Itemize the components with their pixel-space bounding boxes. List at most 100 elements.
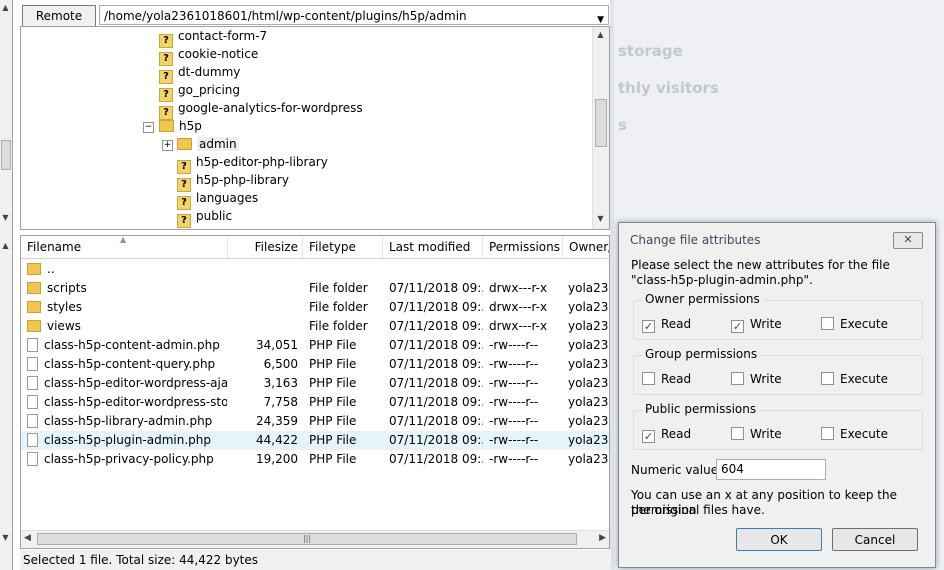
file-modified-cell: 07/11/2018 09:...: [389, 319, 483, 333]
file-perms-cell: -rw----r--: [489, 376, 539, 390]
group-label: Owner permissions: [642, 292, 763, 306]
file-list-horizontal-scrollbar[interactable]: ◀ ||| ▶: [21, 530, 609, 548]
scroll-right-icon[interactable]: ▶: [599, 533, 606, 543]
remote-file-list[interactable]: Filename ▲ Filesize Filetype Last modifie…: [20, 235, 610, 549]
numeric-value-input[interactable]: 604: [716, 459, 826, 480]
file-name-cell: styles: [27, 298, 227, 317]
owner-read-checkbox[interactable]: ✓ Read: [642, 317, 691, 333]
group-permissions-group: Group permissions Read Write Execute: [633, 347, 923, 395]
public-execute-checkbox[interactable]: Execute: [821, 427, 888, 441]
remote-directory-tree[interactable]: ? contact-form-7 ? cookie-notice ? dt-dummy…: [20, 26, 610, 230]
tree-item[interactable]: ? contact-form-7: [159, 27, 267, 48]
owner-write-checkbox[interactable]: ✓ Write: [731, 317, 782, 333]
column-permissions[interactable]: Permissions: [483, 236, 563, 258]
file-owner-cell: yola236: [568, 452, 609, 466]
file-type-cell: [309, 260, 383, 279]
file-type-cell: PHP File: [309, 452, 357, 466]
file-row[interactable]: class-h5p-plugin-admin.php 44,422 PHP File…: [21, 431, 609, 450]
scroll-up-icon[interactable]: ▲: [0, 240, 11, 252]
group-write-checkbox[interactable]: Write: [731, 372, 782, 386]
file-icon: [27, 357, 38, 371]
owner-permissions-group: Owner permissions ✓ Read ✓ Write Execute: [633, 292, 923, 340]
file-type-cell: File folder: [309, 319, 368, 333]
file-name: ..: [47, 262, 55, 276]
window-divider[interactable]: [610, 0, 614, 570]
column-filesize[interactable]: Filesize: [228, 236, 303, 258]
sort-ascending-icon: ▲: [120, 236, 127, 244]
tree-item-selected[interactable]: admin: [177, 135, 239, 153]
file-modified-cell: [389, 260, 483, 279]
scroll-thumb[interactable]: |||: [37, 533, 577, 545]
tree-item[interactable]: ? dt-dummy: [159, 63, 240, 84]
scroll-up-icon[interactable]: ▲: [0, 2, 11, 14]
file-perms-cell: -rw----r--: [489, 414, 539, 428]
file-row[interactable]: class-h5p-content-admin.php 34,051 PHP Fil…: [21, 336, 609, 355]
tree-item[interactable]: ? cookie-notice: [159, 45, 258, 66]
left-pane-scrollbar[interactable]: ▲ ▼ ▲ ▼: [0, 0, 13, 570]
file-row[interactable]: styles File folder 07/11/2018 09:... drwx--…: [21, 298, 609, 317]
expand-icon[interactable]: +: [162, 140, 173, 151]
dialog-intro-line: Please select the new attributes for the…: [631, 258, 890, 272]
folder-icon: [27, 301, 41, 313]
group-read-checkbox[interactable]: Read: [642, 372, 691, 386]
file-size-cell: [228, 317, 298, 336]
file-type-cell: PHP File: [309, 357, 357, 371]
group-execute-checkbox[interactable]: Execute: [821, 372, 888, 386]
file-row[interactable]: scripts File folder 07/11/2018 09:... drwx-…: [21, 279, 609, 298]
tree-vertical-scrollbar[interactable]: ▲ ▼: [592, 27, 609, 229]
tree-item[interactable]: ? h5p-editor-php-library: [177, 153, 328, 174]
collapse-icon[interactable]: −: [143, 122, 154, 133]
file-row[interactable]: class-h5p-privacy-policy.php 19,200 PHP Fi…: [21, 450, 609, 469]
file-name: styles: [47, 300, 83, 314]
file-name-cell: class-h5p-content-admin.php: [27, 336, 227, 355]
folder-open-icon: [159, 120, 174, 132]
tree-item[interactable]: ? public: [177, 207, 232, 228]
tree-item[interactable]: ? languages: [177, 189, 258, 210]
scroll-thumb[interactable]: [595, 99, 607, 147]
column-filename[interactable]: Filename ▲: [21, 236, 228, 258]
column-filetype[interactable]: Filetype: [303, 236, 383, 258]
checkbox-checked-icon: ✓: [731, 320, 744, 333]
file-row[interactable]: class-h5p-editor-wordpress-ajax.... 3,163…: [21, 374, 609, 393]
checkbox-icon: [821, 427, 834, 440]
file-modified-cell: 07/11/2018 09:...: [389, 452, 483, 466]
file-type-cell: File folder: [309, 300, 368, 314]
tree-item[interactable]: h5p: [159, 117, 202, 135]
file-row[interactable]: class-h5p-editor-wordpress-stor... 7,758 P…: [21, 393, 609, 412]
scroll-down-icon[interactable]: ▼: [0, 532, 11, 544]
file-name: class-h5p-content-query.php: [44, 357, 216, 371]
public-read-checkbox[interactable]: ✓ Read: [642, 427, 691, 443]
cancel-button[interactable]: Cancel: [832, 528, 918, 551]
tree-item[interactable]: ? go_pricing: [159, 81, 240, 102]
ok-button[interactable]: OK: [736, 528, 822, 551]
scroll-down-icon[interactable]: ▼: [0, 212, 11, 224]
remote-path-combobox[interactable]: /home/yola2361018601/html/wp-content/plu…: [99, 5, 609, 25]
scroll-up-icon[interactable]: ▲: [595, 29, 606, 41]
file-icon: [27, 414, 38, 428]
file-name-cell: scripts: [27, 279, 227, 298]
remote-site-label[interactable]: Remote site:: [22, 5, 96, 43]
file-name-cell: class-h5p-editor-wordpress-ajax....: [27, 374, 227, 393]
column-last-modified[interactable]: Last modified: [383, 236, 483, 258]
close-icon: ✕: [903, 233, 913, 246]
file-modified-cell: 07/11/2018 09:...: [389, 300, 483, 314]
file-type-cell: PHP File: [309, 376, 357, 390]
scroll-down-icon[interactable]: ▼: [595, 213, 606, 225]
tree-item[interactable]: ? google-analytics-for-wordpress: [159, 99, 363, 120]
file-row[interactable]: views File folder 07/11/2018 09:... drwx---…: [21, 317, 609, 336]
tree-item[interactable]: ? h5p-php-library: [177, 171, 289, 192]
file-perms-cell: -rw----r--: [489, 433, 539, 447]
file-row[interactable]: class-h5p-content-query.php 6,500 PHP File…: [21, 355, 609, 374]
folder-icon: [177, 138, 192, 150]
column-owner[interactable]: Owner/: [563, 236, 609, 258]
file-size-cell: 6,500: [263, 357, 298, 371]
close-button[interactable]: ✕: [893, 232, 923, 249]
scroll-left-icon[interactable]: ◀: [24, 533, 31, 543]
file-name: class-h5p-editor-wordpress-stor...: [44, 395, 227, 409]
file-name-cell: class-h5p-privacy-policy.php: [27, 450, 227, 469]
file-row[interactable]: ..: [21, 260, 609, 279]
file-row[interactable]: class-h5p-library-admin.php 24,359 PHP Fil…: [21, 412, 609, 431]
scroll-thumb[interactable]: [1, 140, 11, 170]
public-write-checkbox[interactable]: Write: [731, 427, 782, 441]
owner-execute-checkbox[interactable]: Execute: [821, 317, 888, 331]
